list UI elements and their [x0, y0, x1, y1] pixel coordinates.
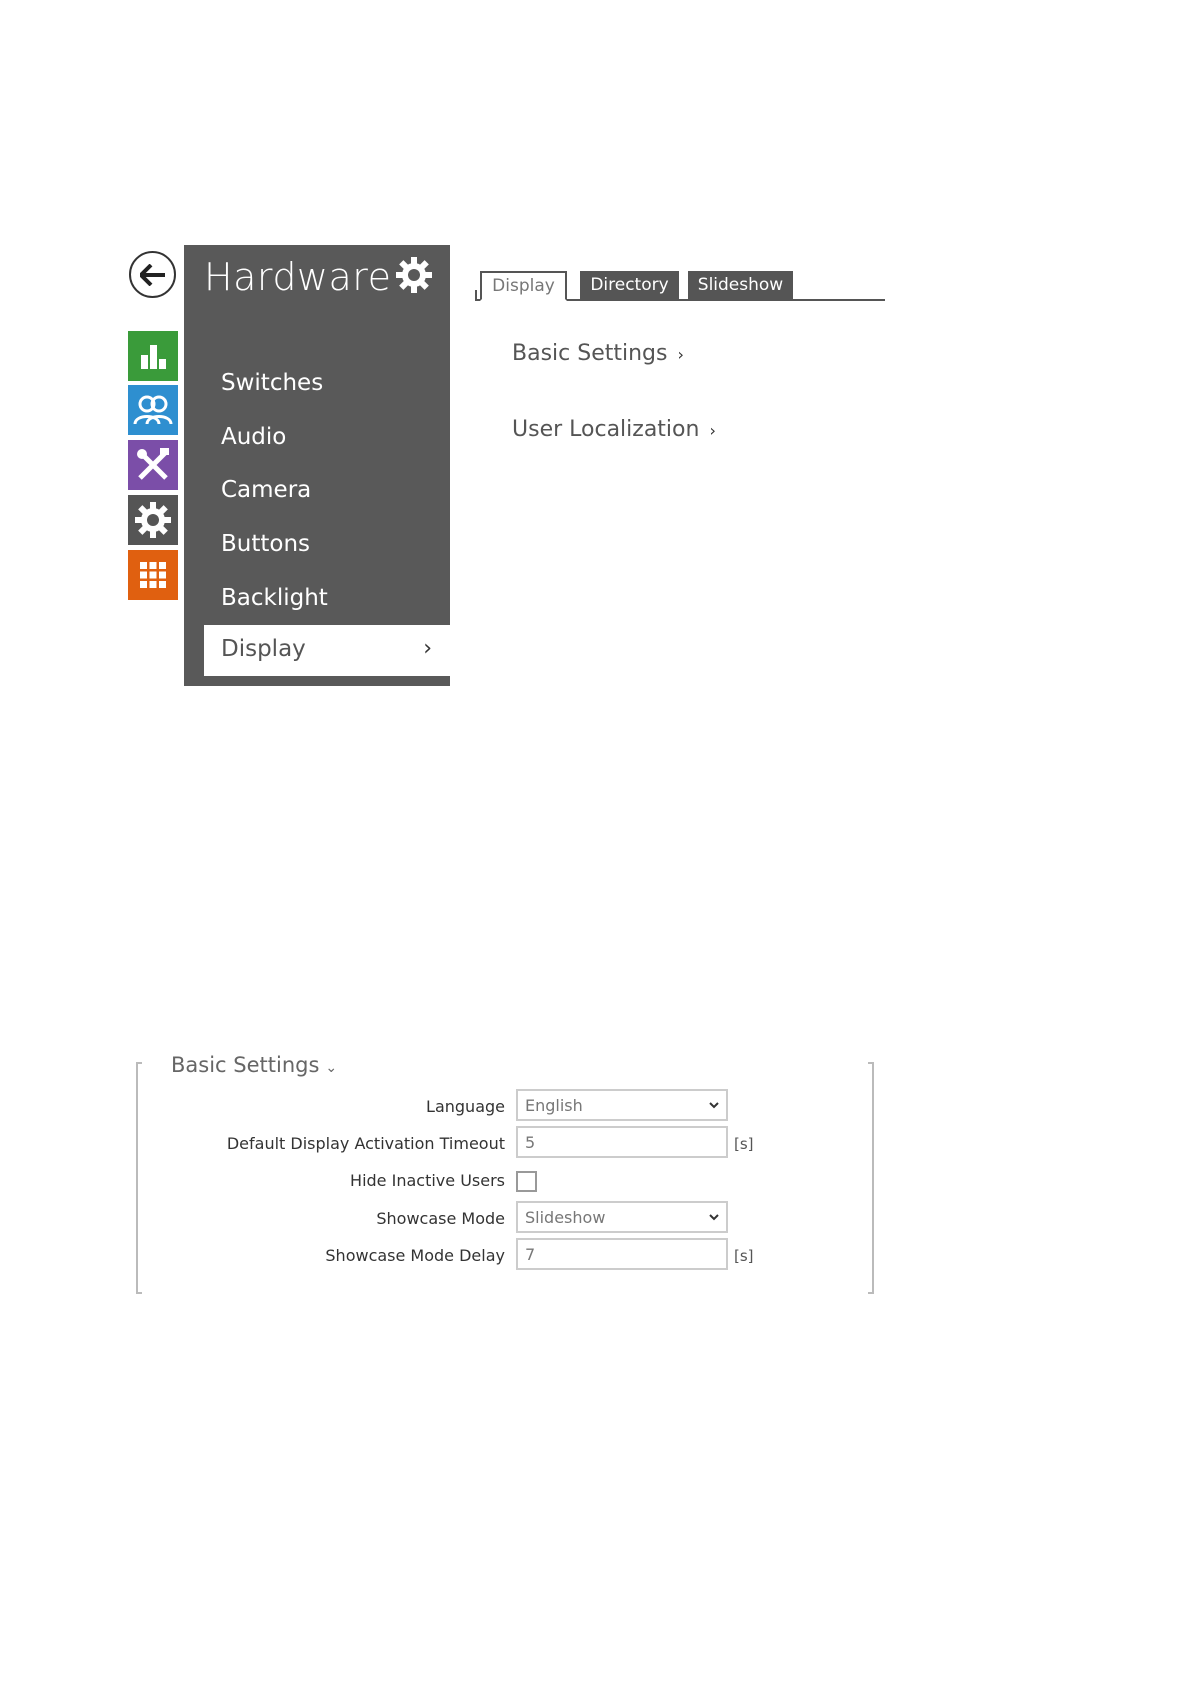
chevron-down-icon [709, 1214, 719, 1221]
hardware-tools-icon[interactable] [128, 440, 178, 490]
showcase-mode-delay-label: Showcase Mode Delay [325, 1246, 505, 1265]
menu-item-camera[interactable]: Camera [221, 477, 311, 503]
showcase-mode-select-value: Slideshow [525, 1207, 606, 1227]
hardware-menu: Hardware Switches Audio Camera Buttons B… [184, 245, 450, 686]
basic-settings-link-label: Basic Settings [512, 341, 668, 366]
language-select[interactable]: English [516, 1089, 728, 1121]
user-localization-link[interactable]: User Localization › [512, 417, 716, 442]
chevron-right-icon: › [709, 421, 716, 440]
language-label: Language [426, 1097, 505, 1116]
back-button[interactable] [129, 251, 176, 298]
menu-item-backlight[interactable]: Backlight [221, 585, 328, 611]
showcase-mode-delay-unit: [s] [734, 1247, 754, 1265]
chevron-right-icon: › [423, 636, 432, 661]
hide-inactive-users-checkbox[interactable] [516, 1171, 537, 1192]
timeout-unit: [s] [734, 1135, 754, 1153]
tab-display[interactable]: Display [480, 271, 567, 301]
panel-title[interactable]: Basic Settings ⌄ [171, 1053, 344, 1077]
showcase-mode-label: Showcase Mode [376, 1209, 505, 1228]
panel-border-right [868, 1062, 874, 1294]
language-select-value: English [525, 1095, 583, 1115]
showcase-mode-delay-input[interactable]: 7 [516, 1238, 728, 1270]
panel-title-label: Basic Settings [171, 1053, 320, 1077]
directory-users-icon[interactable] [128, 385, 178, 435]
menu-title: Hardware [204, 255, 392, 299]
tab-directory[interactable]: Directory [580, 271, 679, 299]
panel-border-left [136, 1062, 142, 1294]
menu-item-audio[interactable]: Audio [221, 424, 286, 450]
hide-inactive-users-label: Hide Inactive Users [350, 1171, 505, 1190]
user-localization-link-label: User Localization [512, 417, 700, 442]
basic-settings-link[interactable]: Basic Settings › [512, 341, 684, 366]
chevron-down-icon [709, 1102, 719, 1109]
services-grid-icon[interactable] [128, 550, 178, 600]
menu-item-buttons[interactable]: Buttons [221, 531, 310, 557]
menu-item-display[interactable]: Display › [204, 625, 450, 676]
menu-item-display-label: Display [221, 636, 306, 662]
chevron-down-icon: ⌄ [325, 1060, 338, 1076]
menu-gear-icon[interactable] [394, 255, 434, 299]
chevron-right-icon: › [677, 345, 684, 364]
timeout-label: Default Display Activation Timeout [226, 1134, 505, 1153]
status-chart-icon[interactable] [128, 331, 178, 381]
tab-slideshow[interactable]: Slideshow [688, 271, 793, 299]
menu-item-switches[interactable]: Switches [221, 370, 323, 396]
arrow-left-icon [139, 263, 165, 286]
timeout-input[interactable]: 5 [516, 1126, 728, 1158]
showcase-mode-select[interactable]: Slideshow [516, 1201, 728, 1233]
system-gear-icon[interactable] [128, 495, 178, 545]
